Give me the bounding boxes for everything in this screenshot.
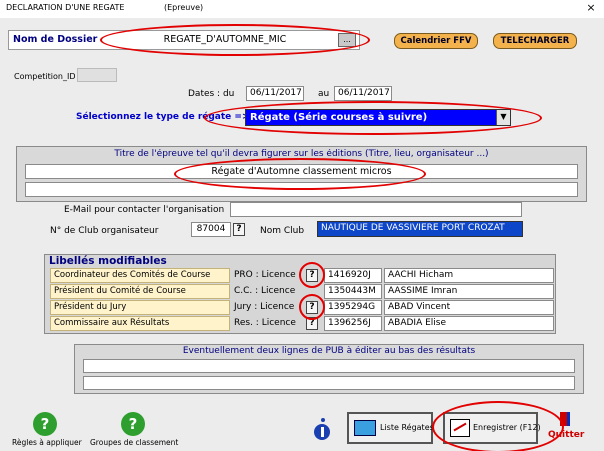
role-pro-label: PRO : Licence — [234, 270, 296, 280]
form-area: Nom de Dossier REGATE_D'AUTOMNE_MIC ... … — [0, 18, 604, 451]
licence-lookup-jury-button[interactable]: ? — [306, 301, 318, 314]
competition-id-field[interactable] — [77, 68, 117, 82]
club-lookup-button[interactable]: ? — [233, 223, 245, 236]
quitter-button[interactable]: Quitter — [548, 412, 588, 446]
date-from-field[interactable]: 06/11/2017 — [246, 86, 304, 101]
libelles-title: Libellés modifiables — [49, 255, 167, 267]
name-pro-field[interactable]: AACHI Hicham — [384, 268, 554, 283]
enregistrer-label: Enregistrer (F12) — [473, 423, 541, 432]
licence-pro-field[interactable]: 1416920J — [324, 268, 382, 283]
titre-header: Titre de l'épreuve tel qu'il devra figur… — [114, 149, 489, 159]
close-icon[interactable]: × — [584, 1, 598, 15]
competition-id-label: Competition_ID — [14, 72, 76, 81]
role-res-label: Res. : Licence — [234, 318, 296, 328]
quitter-label: Quitter — [548, 430, 585, 440]
libelle-commissaire-field[interactable]: Commissaire aux Résultats — [50, 316, 230, 331]
regles-label: Règles à appliquer — [12, 438, 82, 447]
pub-line2-field[interactable] — [83, 376, 575, 390]
dossier-name-field[interactable]: REGATE_D'AUTOMNE_MIC — [115, 33, 335, 48]
licence-lookup-pro-button[interactable]: ? — [306, 269, 318, 282]
enregistrer-button[interactable]: Enregistrer (F12) — [443, 412, 541, 444]
groupes-button[interactable]: ? Groupes de classement — [88, 412, 180, 450]
exit-door-icon — [560, 412, 570, 426]
date-to-field[interactable]: 06/11/2017 — [334, 86, 392, 101]
email-label: E-Mail pour contacter l'organisation — [64, 205, 225, 215]
name-jury-field[interactable]: ABAD Vincent — [384, 300, 554, 315]
name-res-field[interactable]: ABADIA Elise — [384, 316, 554, 331]
licence-jury-field[interactable]: 1395294G — [324, 300, 382, 315]
liste-regates-button[interactable]: Liste Régates — [347, 412, 434, 444]
dossier-label: Nom de Dossier — [13, 34, 98, 45]
email-field[interactable] — [230, 202, 522, 217]
club-number-field[interactable]: 87004 — [191, 222, 231, 237]
chevron-down-icon[interactable]: ▼ — [496, 110, 510, 125]
titre-panel: Titre de l'épreuve tel qu'il devra figur… — [16, 146, 587, 202]
pub-line1-field[interactable] — [83, 359, 575, 373]
dates-to-label: au — [318, 89, 330, 99]
titre-line2-field[interactable] — [25, 182, 578, 197]
role-cc-label: C.C. : Licence — [234, 286, 296, 296]
telecharger-button[interactable]: TELECHARGER — [493, 33, 577, 49]
libelle-coordinateur-field[interactable]: Coordinateur des Comités de Course — [50, 268, 230, 283]
dates-from-label: Dates : du — [188, 89, 235, 99]
titre-line1-field[interactable]: Régate d'Automne classement micros — [25, 164, 578, 179]
libelle-president-jury-field[interactable]: Président du Jury — [50, 300, 230, 315]
title-bar: DECLARATION D'UNE REGATE (Epreuve) × — [0, 0, 604, 18]
regate-type-label: Sélectionnez le type de régate => — [76, 112, 250, 122]
help-green-icon: ? — [33, 412, 57, 436]
regate-type-value: Régate (Série courses à suivre) — [250, 112, 428, 123]
pub-header: Eventuellement deux lignes de PUB à édit… — [182, 346, 476, 356]
club-name-field[interactable]: NAUTIQUE DE VASSIVIERE PORT CROZAT — [317, 221, 523, 237]
regate-type-select[interactable]: Régate (Série courses à suivre) ▼ — [245, 109, 511, 126]
regles-button[interactable]: ? Règles à appliquer — [8, 412, 82, 450]
window-subtitle: (Epreuve) — [164, 3, 204, 12]
name-cc-field[interactable]: AASSIME Imran — [384, 284, 554, 299]
help-green-icon: ? — [121, 412, 145, 436]
declaration-window: DECLARATION D'UNE REGATE (Epreuve) × Nom… — [0, 0, 604, 451]
licence-cc-field[interactable]: 1350443M — [324, 284, 382, 299]
libelle-president-cc-field[interactable]: Président du Comité de Course — [50, 284, 230, 299]
info-icon[interactable] — [311, 416, 335, 440]
list-icon — [354, 420, 376, 436]
licence-lookup-res-button[interactable]: ? — [306, 317, 318, 330]
role-jury-label: Jury : Licence — [234, 302, 295, 312]
calendrier-ffv-button[interactable]: Calendrier FFV — [394, 33, 478, 49]
licence-res-field[interactable]: 1396256J — [324, 316, 382, 331]
browse-dossier-button[interactable]: ... — [338, 33, 356, 47]
club-name-label: Nom Club — [260, 226, 305, 236]
save-icon — [450, 419, 470, 437]
pub-panel: Eventuellement deux lignes de PUB à édit… — [74, 344, 584, 394]
club-number-label: N° de Club organisateur — [50, 226, 159, 236]
dossier-box: Nom de Dossier REGATE_D'AUTOMNE_MIC ... — [8, 30, 360, 50]
window-title: DECLARATION D'UNE REGATE — [6, 3, 125, 12]
liste-regates-label: Liste Régates — [380, 423, 434, 432]
groupes-label: Groupes de classement — [90, 438, 179, 447]
